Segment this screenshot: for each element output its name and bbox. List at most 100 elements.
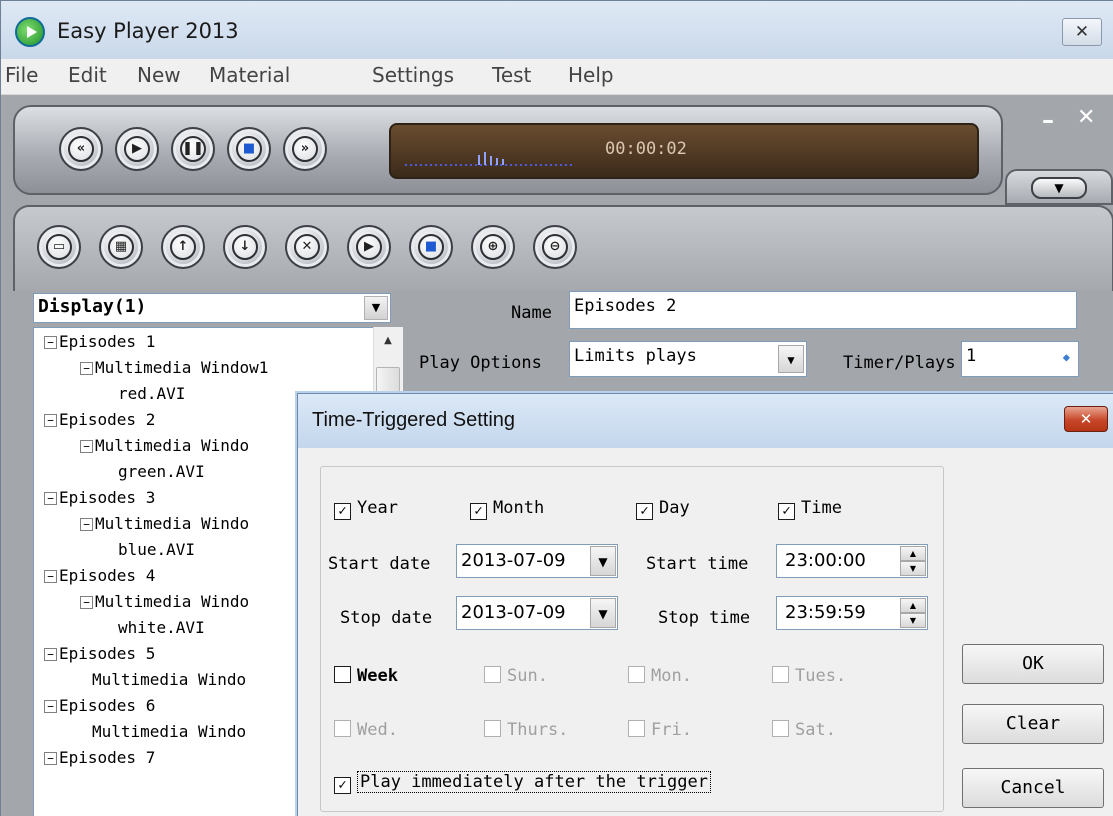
tree-item[interactable]: − Episodes 3 — [44, 488, 155, 507]
check-icon: ✓ — [636, 503, 653, 520]
year-checkbox[interactable]: ✓ Year — [334, 498, 398, 520]
spin-up-icon[interactable]: ▲ — [900, 598, 926, 613]
zoom-out-button[interactable]: ⊖ — [533, 225, 577, 269]
tree-item[interactable]: − Episodes 4 — [44, 566, 155, 585]
stop-button[interactable]: ■ — [227, 127, 271, 171]
tree-item[interactable]: − Episodes 5 — [44, 644, 155, 663]
new-episode-button[interactable]: ▭ — [37, 225, 81, 269]
rewind-button[interactable]: « — [59, 127, 103, 171]
delete-button[interactable]: ✕ — [285, 225, 329, 269]
sun-checkbox[interactable]: Sun. — [484, 666, 548, 686]
timer-plays-label: Timer/Plays — [843, 353, 956, 373]
move-down-button[interactable]: ↓ — [223, 225, 267, 269]
menu-material[interactable]: Material — [209, 63, 290, 87]
month-checkbox[interactable]: ✓ Month — [470, 498, 544, 520]
pause-button[interactable]: ❚❚ — [171, 127, 215, 171]
collapse-icon[interactable]: − — [44, 492, 57, 505]
tree-item[interactable]: red.AVI — [118, 384, 185, 403]
mon-checkbox[interactable]: Mon. — [628, 666, 692, 686]
day-checkbox[interactable]: ✓ Day — [636, 498, 690, 520]
play-icon: ▶ — [124, 136, 150, 162]
collapse-icon[interactable]: − — [44, 752, 57, 765]
chevron-down-icon[interactable]: ▼ — [590, 598, 616, 628]
time-triggered-dialog: Time-Triggered Setting ✕ ✓ Year ✓ Month ✓ D… — [297, 393, 1113, 816]
timer-plays-field[interactable]: 1 ◆ — [961, 341, 1079, 377]
chevron-down-icon[interactable]: ▼ — [590, 546, 616, 576]
display-select[interactable]: Display(1) ▼ — [33, 293, 391, 323]
menu-file[interactable]: File — [5, 63, 38, 87]
menu-edit[interactable]: Edit — [68, 63, 107, 87]
tues-checkbox[interactable]: Tues. — [772, 666, 846, 686]
collapse-icon[interactable]: − — [80, 596, 93, 609]
tree-item[interactable]: − Multimedia Windo — [80, 592, 249, 611]
tree-item[interactable]: − Episodes 1 — [44, 332, 155, 351]
chevron-down-icon[interactable]: ▼ — [364, 296, 388, 320]
start-date-picker[interactable]: 2013-07-09 ▼ — [456, 544, 618, 578]
collapse-icon[interactable]: − — [44, 700, 57, 713]
spin-down-icon[interactable]: ▼ — [900, 613, 926, 628]
thurs-checkbox[interactable]: Thurs. — [484, 720, 568, 740]
tree-item[interactable]: − Multimedia Windo — [80, 436, 249, 455]
play-options-select[interactable]: Limits plays ▼ — [569, 341, 807, 377]
preview-stop-button[interactable]: ■ — [409, 225, 453, 269]
scroll-up-icon[interactable]: ▲ — [376, 329, 400, 353]
collapse-icon[interactable]: − — [44, 570, 57, 583]
clear-button[interactable]: Clear — [962, 704, 1104, 744]
play-button[interactable]: ▶ — [115, 127, 159, 171]
time-checkbox[interactable]: ✓ Time — [778, 498, 842, 520]
collapse-icon[interactable]: − — [80, 440, 93, 453]
start-time-spinner[interactable]: 23:00:00 ▲ ▼ — [776, 544, 928, 578]
preview-play-button[interactable]: ▶ — [347, 225, 391, 269]
time-display: 00:00:02 — [389, 123, 979, 179]
spin-down-icon[interactable]: ▼ — [900, 561, 926, 576]
zoom-in-button[interactable]: ⊕ — [471, 225, 515, 269]
menu-settings[interactable]: Settings — [372, 63, 454, 87]
menu-test[interactable]: Test — [492, 63, 531, 87]
tree-item[interactable]: Multimedia Windo — [92, 670, 246, 689]
menu-new[interactable]: New — [137, 63, 181, 87]
play-options-label: Play Options — [419, 353, 542, 373]
week-checkbox[interactable]: Week — [334, 666, 398, 686]
tree-item[interactable]: green.AVI — [118, 462, 205, 481]
stop-date-picker[interactable]: 2013-07-09 ▼ — [456, 596, 618, 630]
tree-item[interactable]: − Multimedia Windo — [80, 514, 249, 533]
menu-help[interactable]: Help — [568, 63, 614, 87]
settings-group — [320, 466, 944, 812]
sat-checkbox[interactable]: Sat. — [772, 720, 836, 740]
collapse-icon[interactable]: − — [80, 518, 93, 531]
panel-dropdown-tab: ▼ — [1005, 169, 1113, 205]
add-media-button[interactable]: ▦ — [99, 225, 143, 269]
stop-time-spinner[interactable]: 23:59:59 ▲ ▼ — [776, 596, 928, 630]
tree-item[interactable]: − Episodes 7 — [44, 748, 155, 767]
tree-item[interactable]: Multimedia Windo — [92, 722, 246, 741]
main-window: Easy Player 2013 ✕ File Edit New Materia… — [0, 0, 1113, 816]
dialog-close-button[interactable]: ✕ — [1064, 406, 1108, 432]
tree-item[interactable]: blue.AVI — [118, 540, 195, 559]
collapse-icon[interactable]: − — [80, 362, 93, 375]
fast-forward-button[interactable]: » — [283, 127, 327, 171]
tree-item-selected[interactable]: − Episodes 2 — [44, 410, 156, 429]
collapse-icon[interactable]: − — [44, 336, 57, 349]
fast-forward-icon: » — [292, 136, 318, 162]
spin-arrows-icon[interactable]: ◆ — [1063, 350, 1070, 364]
toolbar: ▭ ▦ ↑ ↓ ✕ ▶ ■ ⊕ ⊖ — [13, 205, 1113, 291]
tree-item[interactable]: − Multimedia Window1 — [80, 358, 268, 377]
ok-button[interactable]: OK — [962, 644, 1104, 684]
name-field[interactable]: Episodes 2 — [569, 291, 1077, 329]
dialog-title-bar: Time-Triggered Setting ✕ — [298, 394, 1113, 448]
wed-checkbox[interactable]: Wed. — [334, 720, 398, 740]
panel-expand-button[interactable]: ▼ — [1031, 177, 1087, 199]
collapse-icon[interactable]: − — [44, 414, 57, 427]
spin-up-icon[interactable]: ▲ — [900, 546, 926, 561]
play-immediately-checkbox[interactable]: ✓ Play immediately after the trigger — [334, 771, 711, 794]
move-up-button[interactable]: ↑ — [161, 225, 205, 269]
fri-checkbox[interactable]: Fri. — [628, 720, 692, 740]
panel-minimize-button[interactable]: – — [1042, 106, 1054, 134]
tree-item[interactable]: − Episodes 6 — [44, 696, 155, 715]
collapse-icon[interactable]: − — [44, 648, 57, 661]
cancel-button[interactable]: Cancel — [962, 768, 1104, 808]
panel-close-button[interactable]: ✕ — [1077, 105, 1095, 130]
tree-item[interactable]: white.AVI — [118, 618, 205, 637]
window-close-button[interactable]: ✕ — [1062, 18, 1102, 46]
chevron-down-icon[interactable]: ▼ — [778, 345, 804, 373]
